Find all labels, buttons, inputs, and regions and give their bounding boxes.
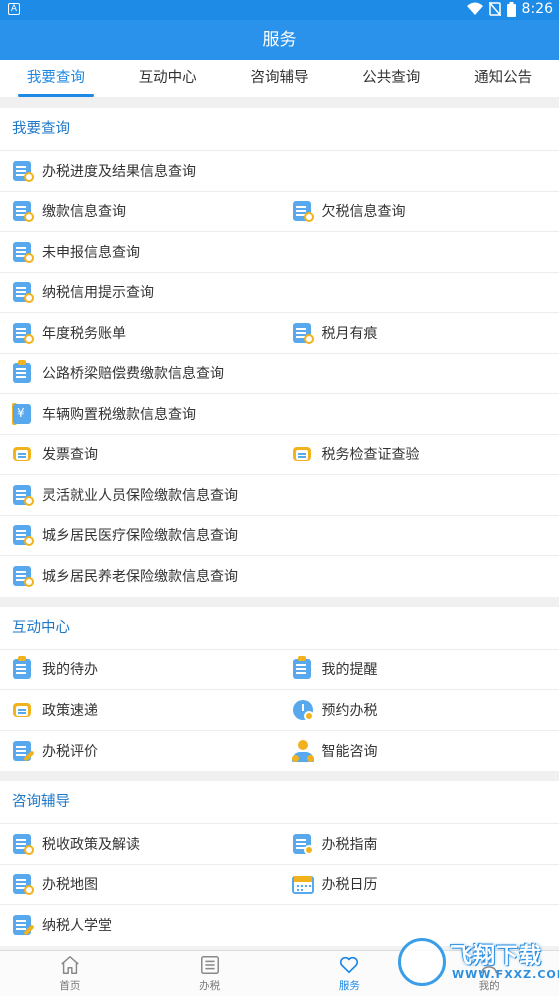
document-search-icon xyxy=(12,160,34,182)
item-appointment[interactable]: 预约办税 xyxy=(280,690,559,730)
tab-interact[interactable]: 互动中心 xyxy=(112,60,224,97)
section-query: 我要查询 办税进度及结果信息查询 缴款信息查询 欠税信息查询 未申报信息查询 纳… xyxy=(0,108,559,597)
item-medical-insurance-query[interactable]: 城乡居民医疗保险缴款信息查询 xyxy=(0,516,559,556)
item-policy-express[interactable]: 政策速递 xyxy=(0,690,280,730)
clipboard-icon xyxy=(12,360,34,384)
clipboard-icon xyxy=(292,656,314,680)
invoice-icon xyxy=(292,443,314,465)
document-search-icon xyxy=(12,524,34,547)
battery-icon xyxy=(506,1,516,17)
home-icon xyxy=(61,956,79,974)
list-icon xyxy=(200,956,219,974)
item-inspection-cert-verify[interactable]: 税务检查证查验 xyxy=(280,435,559,475)
nav-mine[interactable]: 我的 xyxy=(419,951,559,996)
user-icon xyxy=(481,956,498,974)
document-search-icon xyxy=(12,322,34,344)
item-vehicle-tax-query[interactable]: 车辆购置税缴款信息查询 xyxy=(0,394,559,434)
item-tax-arrears-query[interactable]: 欠税信息查询 xyxy=(280,192,559,232)
yen-document-icon xyxy=(12,402,34,425)
heart-icon xyxy=(340,956,359,974)
item-invoice-query[interactable]: 发票查询 xyxy=(0,435,280,475)
page-title: 服务 xyxy=(0,20,559,60)
item-payment-query[interactable]: 缴款信息查询 xyxy=(0,192,280,232)
inbox-icon xyxy=(12,699,34,721)
edit-document-icon xyxy=(12,914,35,936)
document-search-icon xyxy=(12,873,34,896)
item-tax-monthly-trace[interactable]: 税月有痕 xyxy=(280,313,559,353)
item-tax-progress-query[interactable]: 办税进度及结果信息查询 xyxy=(0,151,559,191)
document-search-icon xyxy=(12,281,34,304)
content-scroll[interactable]: 我要查询 办税进度及结果信息查询 缴款信息查询 欠税信息查询 未申报信息查询 纳… xyxy=(0,98,559,950)
clock: 8:26 xyxy=(521,1,553,17)
section-consult: 咨询辅导 税收政策及解读 办税指南 办税地图 办税日历 纳税人学堂 xyxy=(0,781,559,946)
document-search-icon xyxy=(12,565,34,588)
tab-query[interactable]: 我要查询 xyxy=(0,60,112,97)
calendar-icon xyxy=(291,873,314,895)
document-search-icon xyxy=(12,484,34,506)
document-check-icon xyxy=(292,833,314,855)
item-flexible-employment-query[interactable]: 灵活就业人员保险缴款信息查询 xyxy=(0,475,559,515)
item-credit-query[interactable]: 纳税信用提示查询 xyxy=(0,273,559,313)
item-my-reminder[interactable]: 我的提醒 xyxy=(280,650,559,690)
document-search-icon xyxy=(12,833,34,855)
item-my-todo[interactable]: 我的待办 xyxy=(0,650,280,690)
section-title: 互动中心 xyxy=(0,607,559,650)
people-icon xyxy=(291,739,314,762)
item-tax-evaluation[interactable]: 办税评价 xyxy=(0,731,280,772)
tab-consult[interactable]: 咨询辅导 xyxy=(224,60,336,97)
item-undeclared-query[interactable]: 未申报信息查询 xyxy=(0,232,559,272)
section-interact: 互动中心 我的待办 我的提醒 政策速递 预约办税 办税评价 智能咨询 xyxy=(0,606,559,772)
nav-tax[interactable]: 办税 xyxy=(140,951,280,996)
document-search-icon xyxy=(12,200,34,223)
nav-home[interactable]: 首页 xyxy=(0,951,140,996)
no-sim-icon xyxy=(488,2,501,16)
bottom-navigation: 首页 办税 服务 我的 xyxy=(0,950,559,996)
item-tax-map[interactable]: 办税地图 xyxy=(0,865,280,905)
item-taxpayer-school[interactable]: 纳税人学堂 xyxy=(0,905,559,946)
item-annual-bill[interactable]: 年度税务账单 xyxy=(0,313,280,353)
status-bar: A 8:26 xyxy=(0,0,559,20)
document-search-icon xyxy=(292,200,314,223)
tab-public-query[interactable]: 公共查询 xyxy=(335,60,447,97)
document-search-icon xyxy=(12,241,34,263)
notification-badge: A xyxy=(8,3,20,15)
section-title: 我要查询 xyxy=(0,108,559,151)
item-road-bridge-query[interactable]: 公路桥梁赔偿费缴款信息查询 xyxy=(0,354,559,394)
edit-document-icon xyxy=(12,740,35,762)
tab-bar: 我要查询 互动中心 咨询辅导 公共查询 通知公告 xyxy=(0,60,559,98)
nav-service[interactable]: 服务 xyxy=(280,951,420,996)
item-smart-consult[interactable]: 智能咨询 xyxy=(280,731,559,772)
item-pension-insurance-query[interactable]: 城乡居民养老保险缴款信息查询 xyxy=(0,556,559,597)
clock-icon xyxy=(292,699,314,721)
document-search-icon xyxy=(292,322,314,344)
item-tax-calendar[interactable]: 办税日历 xyxy=(280,865,559,905)
clipboard-icon xyxy=(12,656,34,680)
item-tax-policy[interactable]: 税收政策及解读 xyxy=(0,824,280,864)
invoice-icon xyxy=(12,443,34,465)
wifi-icon xyxy=(466,2,483,15)
section-title: 咨询辅导 xyxy=(0,781,559,824)
tab-notice[interactable]: 通知公告 xyxy=(447,60,559,97)
item-tax-guide[interactable]: 办税指南 xyxy=(280,824,559,864)
